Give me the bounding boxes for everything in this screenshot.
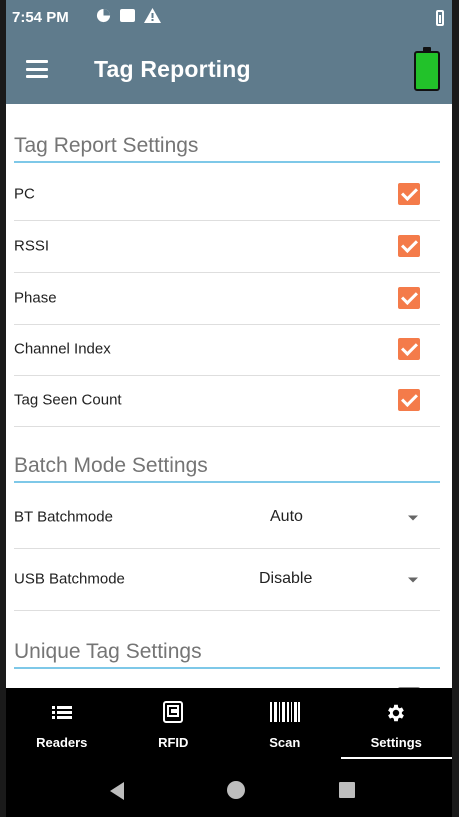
setting-row-bt-batchmode[interactable]: BT Batchmode Auto <box>14 486 440 549</box>
setting-row-pc[interactable]: PC <box>14 168 440 221</box>
barcode-icon <box>269 702 300 722</box>
hamburger-menu-icon[interactable] <box>26 60 48 78</box>
page-title: Tag Reporting <box>94 56 251 82</box>
setting-row-channel-index[interactable]: Channel Index <box>14 323 440 376</box>
message-icon <box>120 9 135 22</box>
gear-icon <box>388 704 405 722</box>
setting-label: Channel Index <box>14 340 111 358</box>
nav-label: Readers <box>36 735 88 750</box>
list-icon <box>51 706 72 719</box>
bottom-navigation: Readers RFID Scan Settings <box>6 688 452 762</box>
dropdown-value-usb-batchmode[interactable]: Disable <box>259 570 312 588</box>
back-icon[interactable] <box>110 782 124 800</box>
nav-item-readers[interactable]: Readers <box>6 688 118 762</box>
system-navigation-bar <box>6 762 452 817</box>
status-icons <box>96 8 161 23</box>
status-bar: 7:54 PM <box>6 0 452 36</box>
setting-label: PC <box>14 185 35 203</box>
setting-label: Phase <box>14 289 57 307</box>
nav-item-scan[interactable]: Scan <box>229 688 341 762</box>
section-header-unique-tag: Unique Tag Settings <box>14 640 440 669</box>
setting-row-usb-batchmode[interactable]: USB Batchmode Disable <box>14 548 440 611</box>
rfid-icon <box>163 701 184 723</box>
data-saver-icon <box>96 8 111 23</box>
setting-label: BT Batchmode <box>14 508 113 526</box>
device-battery-icon[interactable] <box>414 47 440 91</box>
section-header-tag-report: Tag Report Settings <box>14 134 440 163</box>
settings-list[interactable]: Tag Report Settings PC RSSI Phase Channe… <box>6 104 452 688</box>
nav-label: RFID <box>158 735 189 750</box>
nav-item-settings[interactable]: Settings <box>340 688 452 762</box>
app-bar: Tag Reporting <box>6 36 452 104</box>
setting-row-unique-tag[interactable] <box>14 672 440 688</box>
setting-row-phase[interactable]: Phase <box>14 272 440 325</box>
home-icon[interactable] <box>227 781 245 799</box>
recent-apps-icon[interactable] <box>339 782 355 798</box>
setting-row-rssi[interactable]: RSSI <box>14 220 440 273</box>
setting-label: Tag Seen Count <box>14 391 122 409</box>
device-bezel-right <box>452 0 459 817</box>
dropdown-value-bt-batchmode[interactable]: Auto <box>270 508 303 526</box>
setting-label: RSSI <box>14 237 50 255</box>
section-header-batch-mode: Batch Mode Settings <box>14 454 440 483</box>
setting-row-tag-seen-count[interactable]: Tag Seen Count <box>14 374 440 427</box>
nav-label: Scan <box>269 735 301 750</box>
nav-label: Settings <box>370 735 422 750</box>
checkbox-pc[interactable] <box>398 183 420 205</box>
checkbox-channel-index[interactable] <box>398 338 420 360</box>
chevron-down-icon[interactable] <box>408 577 418 583</box>
checkbox-rssi[interactable] <box>398 235 420 257</box>
checkbox-phase[interactable] <box>398 287 420 309</box>
battery-icon <box>436 10 444 26</box>
setting-label: USB Batchmode <box>14 570 125 588</box>
active-tab-indicator <box>340 757 452 759</box>
chevron-down-icon[interactable] <box>408 515 418 521</box>
warning-icon <box>144 8 161 23</box>
checkbox-tag-seen-count[interactable] <box>398 389 420 411</box>
status-time: 7:54 PM <box>12 9 69 26</box>
app-screen: 7:54 PM Tag Reporting Tag Report Setting… <box>0 0 459 817</box>
nav-item-rfid[interactable]: RFID <box>118 688 230 762</box>
